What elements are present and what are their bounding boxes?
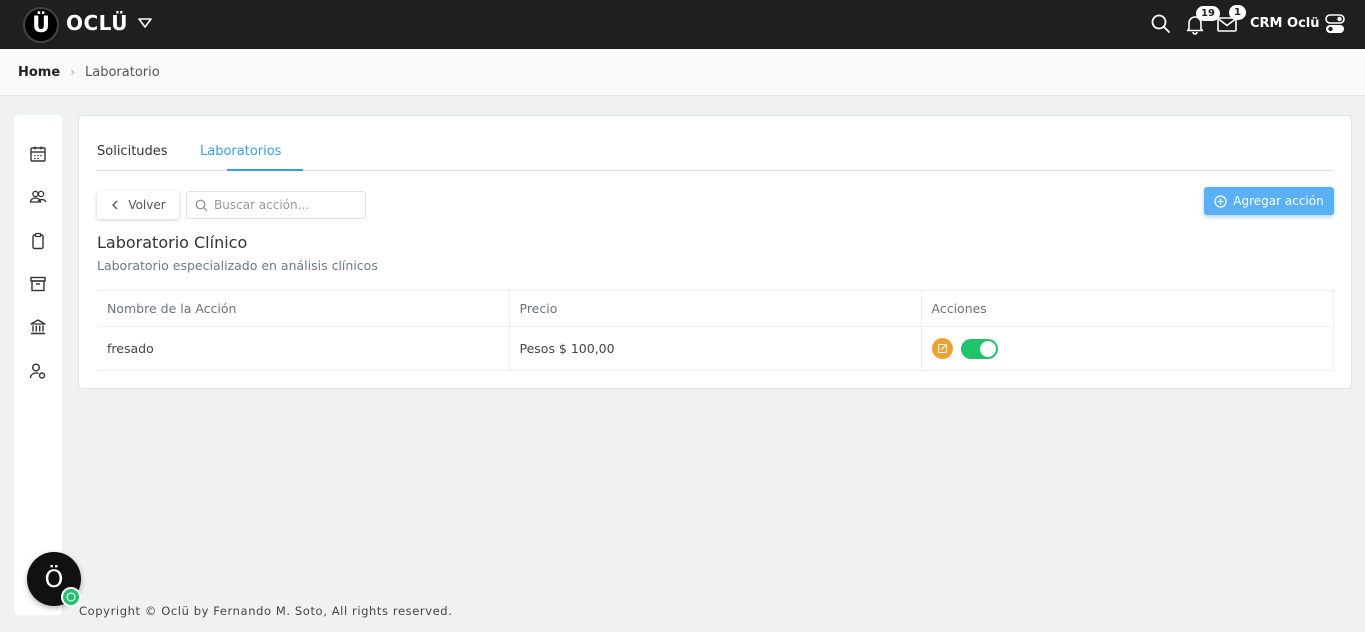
- search-field[interactable]: [186, 191, 366, 219]
- whatsapp-icon[interactable]: [61, 587, 81, 607]
- action-controls-cell: [920, 326, 1334, 371]
- action-price-cell: Pesos $ 100,00: [508, 326, 922, 371]
- search-input[interactable]: [214, 198, 364, 212]
- clipboard-icon[interactable]: [29, 232, 47, 250]
- search-icon: [195, 199, 208, 211]
- laboratory-title: Laboratorio Clínico: [97, 233, 248, 252]
- add-action-label: Agregar acción: [1233, 194, 1324, 208]
- table-header-row: Nombre de la Acción Precio Acciones: [97, 290, 1334, 327]
- tab-solicitudes[interactable]: Solicitudes: [97, 144, 168, 159]
- back-button-label: Volver: [128, 198, 166, 212]
- brand-name[interactable]: OCLÜ: [66, 11, 128, 35]
- settings-toggle-icon[interactable]: [1324, 13, 1346, 35]
- active-tab-indicator: [227, 169, 303, 171]
- sidebar: [14, 115, 62, 615]
- top-navbar: Ü OCLÜ 19 1 CRM Oclü: [0, 0, 1365, 49]
- tab-laboratorios[interactable]: Laboratorios: [200, 144, 281, 159]
- laboratory-description: Laboratorio especializado en análisis cl…: [97, 258, 378, 273]
- chevron-down-icon[interactable]: [137, 16, 153, 30]
- column-header-actions: Acciones: [920, 290, 1334, 327]
- column-header-name: Nombre de la Acción: [97, 290, 510, 327]
- user-name[interactable]: CRM Oclü: [1250, 16, 1319, 31]
- column-header-price: Precio: [508, 290, 922, 327]
- edit-icon: [937, 343, 947, 354]
- chevron-left-icon: [112, 200, 118, 210]
- chat-bubble-icon: [66, 592, 76, 602]
- add-action-button[interactable]: Agregar acción: [1204, 187, 1334, 215]
- table-row: fresado Pesos $ 100,00: [97, 326, 1334, 371]
- messages-badge: 1: [1229, 5, 1246, 20]
- archive-icon[interactable]: [29, 275, 47, 293]
- breadcrumb-home[interactable]: Home: [18, 65, 60, 80]
- footer-copyright: Copyright © Oclü by Fernando M. Soto, Al…: [79, 604, 453, 618]
- actions-table: Nombre de la Acción Precio Acciones fres…: [97, 290, 1334, 371]
- search-icon[interactable]: [1150, 13, 1172, 35]
- back-button[interactable]: Volver: [97, 191, 179, 219]
- calendar-icon[interactable]: [29, 145, 47, 163]
- action-name-cell: fresado: [97, 326, 510, 371]
- users-icon[interactable]: [29, 188, 47, 206]
- plus-circle-icon: [1214, 194, 1227, 208]
- enable-toggle[interactable]: [961, 338, 999, 359]
- chevron-right-icon: ›: [70, 65, 75, 79]
- user-settings-icon[interactable]: [29, 362, 47, 380]
- laboratory-card: Solicitudes Laboratorios Volver Agregar …: [78, 115, 1352, 389]
- bank-icon[interactable]: [29, 318, 47, 336]
- breadcrumb-current: Laboratorio: [85, 64, 160, 80]
- logo[interactable]: Ü: [23, 7, 59, 43]
- breadcrumb: Home › Laboratorio: [0, 49, 1365, 96]
- edit-button[interactable]: [931, 338, 953, 359]
- tabs: Solicitudes Laboratorios: [97, 138, 1334, 171]
